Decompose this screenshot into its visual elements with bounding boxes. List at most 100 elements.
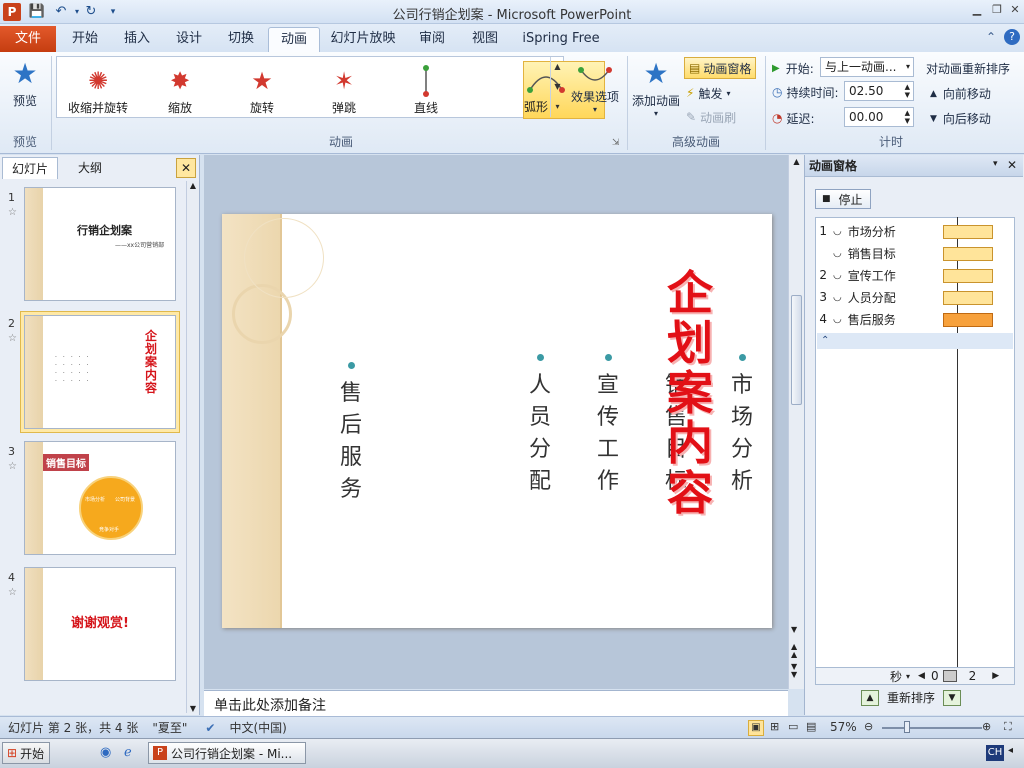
tab-insert[interactable]: 插入 — [114, 27, 160, 52]
slide-thumb-4[interactable]: 谢谢观赏! — [24, 567, 176, 681]
timeline-left-icon[interactable]: ◀ — [918, 671, 925, 681]
taskbar-powerpoint[interactable]: P 公司行销企划案 - Mi... — [148, 742, 306, 764]
anim-bounce[interactable]: ✶ 弹跳 — [305, 63, 383, 121]
anim-list-item[interactable]: ◡ 销售目标 — [817, 243, 1005, 263]
delay-spinner-icon[interactable]: ▲ ▼ — [905, 109, 913, 125]
zoom-slider-thumb[interactable] — [904, 721, 910, 733]
slide-item-3[interactable]: 宣传工作 — [596, 370, 620, 498]
preview-button[interactable]: ★ 预览 — [4, 56, 46, 109]
anim-line[interactable]: 直线 — [387, 63, 465, 121]
tab-view[interactable]: 视图 — [462, 27, 508, 52]
gallery-down-icon[interactable]: ▼ — [550, 77, 564, 97]
save-icon[interactable]: 💾 — [28, 3, 46, 21]
zoom-level[interactable]: 57% — [830, 720, 857, 734]
start-button[interactable]: ⊞ 开始 — [2, 742, 50, 764]
collapse-ribbon-icon[interactable]: ⌃ — [986, 30, 996, 44]
anim-list-item[interactable]: 2 ◡ 宣传工作 — [817, 265, 1005, 285]
animation-pane-header: 动画窗格 — [805, 155, 1023, 177]
expand-icon[interactable]: ⌃ — [817, 333, 1013, 349]
anim-shrink-spin[interactable]: ✺ 收缩并旋转 — [59, 63, 137, 121]
add-animation-button[interactable]: ★ 添加动画 ▾ — [630, 56, 682, 118]
zoom-slider[interactable] — [882, 727, 982, 729]
animation-pane-button[interactable]: ▤ 动画窗格 — [684, 57, 757, 79]
customize-toolbar-icon[interactable]: ▾ — [104, 3, 122, 21]
gallery-up-icon[interactable]: ▲ — [550, 57, 564, 77]
slide-item-1[interactable]: 市场分析 — [730, 370, 754, 498]
pane-close-icon[interactable]: ✕ — [1007, 158, 1017, 172]
anim-list-item-selected[interactable]: 4 ◡ 售后服务 — [817, 309, 1005, 329]
ime-indicator[interactable]: CH — [986, 745, 1004, 761]
tab-animations[interactable]: 动画 — [268, 27, 320, 52]
timeline-right-icon[interactable]: ▶ — [992, 671, 999, 681]
pane-menu-icon[interactable]: ▾ — [993, 159, 998, 169]
slide-canvas[interactable]: 市场分析 销售目标 宣传工作 人员分配 售后服务 企划案内容 — [222, 214, 772, 628]
slideshow-view-icon[interactable]: ▤ — [806, 720, 816, 733]
explorer-icon[interactable]: ◉ — [100, 745, 111, 760]
next-slide-icon[interactable]: ▼ ▼ — [791, 663, 797, 679]
editor-scroll-up-icon[interactable]: ▲ — [789, 157, 804, 166]
zoom-out-icon[interactable]: ⊖ — [864, 720, 873, 733]
tray-expand-icon[interactable]: ◂ — [1008, 745, 1013, 756]
redo-icon[interactable]: ↻ — [82, 3, 100, 21]
slide-thumb-1[interactable]: 行销企划案 ——xx公司营销部 — [24, 187, 176, 301]
tab-file[interactable]: 文件 — [0, 26, 56, 52]
tab-review[interactable]: 审阅 — [408, 27, 456, 52]
stop-button[interactable]: ■ 停止 — [815, 189, 871, 209]
tab-transitions[interactable]: 切换 — [218, 27, 264, 52]
tab-ispring[interactable]: iSpring Free — [518, 27, 604, 52]
slides-scrollbar[interactable]: ▲ ▼ — [186, 181, 199, 713]
gallery-more-icon[interactable]: ▾ — [550, 97, 564, 117]
spellcheck-icon[interactable]: ✔ — [205, 721, 215, 735]
ie-icon[interactable]: ℯ — [124, 745, 132, 760]
effect-options-button[interactable]: 效果选项 ▾ — [566, 60, 624, 114]
tab-slides[interactable]: 幻灯片 — [2, 157, 58, 179]
powerpoint-app-icon[interactable]: P — [3, 3, 21, 21]
scroll-down-icon[interactable]: ▼ — [187, 704, 199, 713]
scroll-up-icon[interactable]: ▲ — [187, 181, 199, 190]
slide-item-4[interactable]: 人员分配 — [528, 370, 552, 498]
minimize-icon[interactable]: ▁ — [968, 2, 986, 18]
tab-outline[interactable]: 大纲 — [62, 157, 118, 179]
tab-design[interactable]: 设计 — [166, 27, 212, 52]
trigger-button[interactable]: ⚡ 触发 ▾ — [686, 84, 730, 102]
slide-number: 1 — [8, 191, 15, 204]
anim-list-item[interactable]: 3 ◡ 人员分配 — [817, 287, 1005, 307]
anim-list-item[interactable]: 1 ◡ 市场分析 — [817, 221, 1005, 241]
editor-scrollbar[interactable]: ▲ ▼ ▲ ▲ ▼ ▼ — [788, 155, 804, 689]
prev-slide-icon[interactable]: ▲ ▲ — [791, 643, 797, 659]
help-icon[interactable]: ? — [1004, 29, 1020, 45]
close-icon[interactable]: ✕ — [1006, 2, 1024, 18]
reading-view-icon[interactable]: ▭ — [788, 720, 798, 733]
fit-window-icon[interactable]: ⛶ — [1004, 720, 1012, 734]
start-select[interactable]: 与上一动画... ▾ — [820, 57, 914, 77]
move-later-button[interactable]: ▼ 向后移动 — [930, 110, 991, 127]
slide-title[interactable]: 企划案内容 — [662, 268, 718, 518]
duration-input[interactable]: 02.50 ▲ ▼ — [844, 81, 914, 101]
tab-slideshow[interactable]: 幻灯片放映 — [326, 27, 400, 52]
animation-painter-button[interactable]: ✎ 动画刷 — [686, 108, 736, 126]
close-panel-icon[interactable]: ✕ — [176, 158, 196, 178]
seconds-dropdown-icon[interactable]: ▾ — [906, 672, 910, 681]
animation-dialog-launcher-icon[interactable]: ⇲ — [612, 138, 620, 148]
delay-input[interactable]: 00.00 ▲ ▼ — [844, 107, 914, 127]
gallery-scroller[interactable]: ▲ ▼ ▾ — [550, 57, 564, 117]
slide-thumb-2[interactable]: 企划案内容 ····· ····· ····· ····· — [24, 315, 176, 429]
slide-item-5[interactable]: 售后服务 — [339, 378, 363, 506]
anim-zoom[interactable]: ✸ 缩放 — [141, 63, 219, 121]
reorder-down-icon[interactable]: ▼ — [943, 689, 962, 706]
language[interactable]: 中文(中国) — [229, 719, 286, 736]
notes-field[interactable]: 单击此处添加备注 — [204, 690, 788, 716]
editor-scroll-down-icon[interactable]: ▼ — [791, 625, 797, 634]
restore-icon[interactable]: ❐ — [988, 2, 1006, 18]
tab-home[interactable]: 开始 — [62, 27, 108, 52]
move-earlier-button[interactable]: ▲ 向前移动 — [930, 85, 991, 102]
normal-view-icon[interactable]: ▣ — [748, 720, 764, 736]
editor-scroll-thumb[interactable] — [791, 295, 802, 405]
slide-sorter-icon[interactable]: ⊞ — [770, 720, 779, 733]
duration-spinner-icon[interactable]: ▲ ▼ — [905, 83, 913, 99]
anim-spin[interactable]: ★ 旋转 — [223, 63, 301, 121]
zoom-in-icon[interactable]: ⊕ — [982, 720, 991, 733]
slide-thumb-3[interactable]: 销售目标 市场分析 公司背景 竞争对手 — [24, 441, 176, 555]
timeline-thumb[interactable] — [942, 670, 957, 682]
reorder-up-icon[interactable]: ▲ — [861, 689, 879, 706]
